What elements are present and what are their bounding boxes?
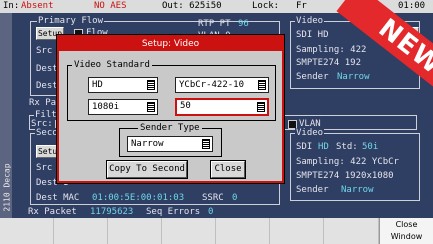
second-dest-mac-label: Dest MAC [36,193,80,203]
aes-status: NO AES [94,1,127,11]
rtp-pt-label: RTP PT [198,19,231,29]
input-label: In: [3,1,20,11]
dialog-title: Setup: Video [59,37,282,51]
video-bottom-std-label: Std: [336,142,358,152]
softkey-6[interactable] [270,218,324,244]
video-top-setup-button[interactable]: Setup [391,27,419,40]
video-top-smpte: SMPTE274 192 [296,58,362,68]
scan-format-value: 1080i [92,102,120,112]
video-top-sdi: SDI HD [296,30,329,40]
sender-type-legend: Sender Type [138,122,202,134]
resolution-value: HD [92,80,103,90]
second-dest-mac-value: 01:00:5E:00:01:03 [92,193,185,203]
copy-to-second-button[interactable]: Copy To Second [107,161,187,178]
output-format: Out: 625i50 [162,1,222,11]
battery-icon [352,0,364,7]
color-format-value: YCbCr-422-10 [179,80,245,90]
lock-label: Lock: [252,1,280,11]
softkey-7[interactable] [324,218,379,244]
sender-type-value: Narrow [131,139,164,149]
side-strip: 2110 Decap [0,13,12,218]
setup-video-dialog: Setup: Video Video Standard HD YCbCr-422… [57,35,284,183]
sender-type-select[interactable]: Narrow [127,136,213,152]
input-status: Absent [21,1,54,11]
color-format-select[interactable]: YCbCr-422-10 [175,77,269,93]
second-rx-packet-value: 11795623 [90,207,134,217]
softkey-2[interactable] [54,218,108,244]
video-bottom-std-value: 50i [362,142,379,152]
softkey-5[interactable] [216,218,270,244]
video-bottom-legend: Video [295,128,325,139]
softkey-4[interactable] [162,218,216,244]
ssrc-label: SSRC [202,193,224,203]
color-format-dropdown-icon [258,80,266,90]
video-bottom-sender-label: Sender [296,185,329,195]
sender-type-dropdown-icon [202,139,210,149]
rtp-pt-value: 96 [238,19,249,29]
video-bottom-sampling: Sampling: 422 YCbCr [296,157,399,167]
video-standard-legend: Video Standard [72,59,152,71]
lock-value: Fr [296,1,307,11]
second-rx-packet-label: Rx Packet [28,207,77,217]
softkey-1[interactable] [0,218,54,244]
resolution-select[interactable]: HD [88,77,158,93]
status-bar: In: Absent NO AES Out: 625i50 Lock: Fr 0… [0,0,433,13]
clock: 01:00 [398,1,426,11]
video-bottom-sdi-hd: HD [318,142,329,152]
seq-errors-label: Seq Errors [146,207,201,217]
video-top-sender-value: Narrow [337,72,370,82]
scan-format-dropdown-icon [147,102,155,112]
frame-rate-dropdown-icon [257,102,265,112]
frame-rate-value: 50 [180,101,191,111]
dialog-close-button[interactable]: Close [211,161,245,178]
ssrc-value: 0 [232,193,238,203]
video-top-sender-label: Sender [296,72,329,82]
video-bottom-sdi-label: SDI [296,142,313,152]
video-bottom-sender-value: Narrow [341,185,374,195]
frame-rate-select[interactable]: 50 [175,98,269,116]
video-top-sampling: Sampling: 422 [296,45,367,55]
softkey-bar [0,218,433,244]
resolution-dropdown-icon [147,80,155,90]
close-window-button[interactable]: Close Window [379,218,433,244]
seq-errors-value: 0 [208,207,214,217]
primary-flow-legend: Primary Flow [37,16,105,27]
softkey-3[interactable] [108,218,162,244]
video-top-legend: Video [295,16,325,27]
video-bottom-smpte: SMPTE274 1920x1080 [296,171,394,181]
main-screen: In: Absent NO AES Out: 625i50 Lock: Fr 0… [0,0,433,218]
scan-format-select[interactable]: 1080i [88,99,158,115]
side-label: 2110 Decap [2,163,12,212]
